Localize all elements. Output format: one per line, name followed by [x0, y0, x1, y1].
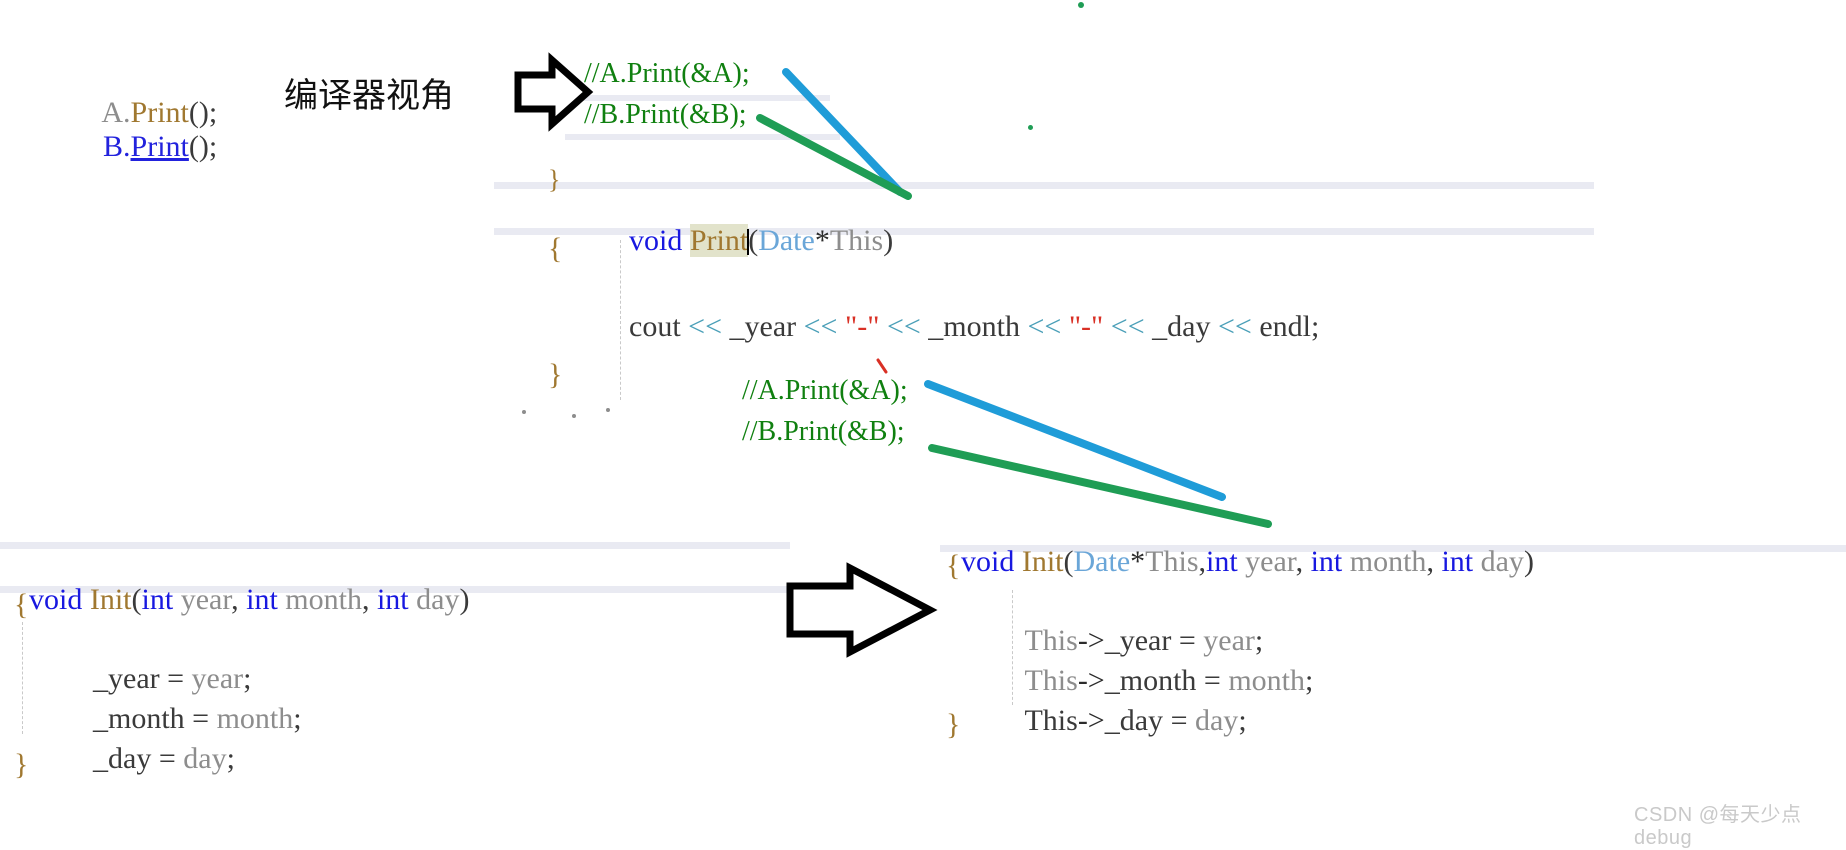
call-site-b-suffix: (); [188, 130, 218, 163]
print-signature: void Print(Date*This) [614, 190, 893, 258]
init-transformed-close-brace: } [946, 708, 961, 741]
orig-stmt-2-eq: = [158, 742, 176, 775]
print-signature-open-paren: ( [748, 224, 759, 257]
top-comment-band-2 [565, 134, 840, 140]
stray-dot-5 [606, 408, 610, 412]
print-signature-name: Print [689, 224, 749, 257]
shift-op-5: << [1110, 310, 1145, 343]
init-transformed-comma-0: , [1198, 545, 1207, 578]
stray-dot-2 [1028, 125, 1033, 130]
init-original-p2-type: int [376, 583, 409, 616]
stray-dot-4 [572, 414, 576, 418]
init-transformed-open-paren: ( [1063, 545, 1074, 578]
compiler-view-top-line-1: //A.Print(&A); [584, 58, 750, 89]
init-transformed-close-paren: ) [1523, 545, 1534, 578]
cout-month: _month [928, 310, 1020, 343]
indent-guide-init-left [22, 622, 23, 734]
init-left-band-top [0, 542, 790, 549]
init-transformed-this-name: This [1145, 545, 1199, 578]
print-signature-param-name: This [829, 224, 884, 257]
compiler-view-bottom-line-2: //B.Print(&B); [742, 416, 905, 447]
compiler-view-label: 编译器视角 [284, 76, 454, 116]
shift-op-2: << [803, 310, 838, 343]
compiler-view-top-line-2: //B.Print(&B); [584, 99, 747, 130]
print-signature-close-paren: ) [883, 224, 894, 257]
call-site-line-b: B.Print(); [88, 96, 217, 164]
print-open-brace: { [548, 232, 563, 265]
orig-stmt-2-rhs: day [183, 742, 227, 775]
init-transformed-signature: void Init(Date*This,int year, int month,… [946, 511, 1534, 579]
init-transformed-p0-type: int [1206, 545, 1238, 578]
print-signature-star: * [814, 224, 830, 257]
stmt-2-rhs: day [1194, 704, 1239, 737]
init-original-p1-name: month [285, 583, 362, 616]
cout-day: _day [1152, 310, 1211, 343]
init-transformed-keyword: void [961, 545, 1015, 578]
shift-op-4: << [1027, 310, 1062, 343]
init-transformed-p1-name: month [1349, 545, 1427, 578]
cout-dash-1: "-" [844, 310, 880, 343]
shift-op-3: << [886, 310, 921, 343]
init-transformed-open-brace: { [946, 549, 961, 582]
cout-semicolon: ; [1310, 310, 1320, 343]
cout-dash-2: "-" [1068, 310, 1104, 343]
stmt-2-arrow: -> [1077, 704, 1105, 737]
init-transformed-stmt-2: This->_day = day; [1010, 670, 1247, 738]
init-original-p2-name: day [416, 583, 460, 616]
stmt-2-semi: ; [1238, 704, 1247, 737]
init-original-close-paren: ) [459, 583, 470, 616]
init-transformed-p2-name: day [1480, 545, 1524, 578]
init-original-p1-type: int [246, 583, 278, 616]
init-transformed-p2-type: int [1441, 545, 1474, 578]
init-original-p0-type: int [141, 583, 174, 616]
stmt-2-lhs: _day [1104, 704, 1164, 737]
stmt-2-eq: = [1170, 704, 1188, 737]
print-line-band-top [494, 182, 1594, 189]
stmt-1-semi: ; [1305, 664, 1314, 697]
compiler-view-bottom-line-1: //A.Print(&A); [742, 375, 908, 406]
init-original-open-paren: ( [131, 583, 142, 616]
init-transformed-comma-1: , [1295, 545, 1304, 578]
cout-endl: endl [1259, 310, 1311, 343]
orig-stmt-2-semi: ; [226, 742, 235, 775]
print-signature-param-type: Date [758, 224, 815, 257]
print-body-cout: cout << _year << "-" << _month << "-" <<… [614, 276, 1319, 344]
cout-year: _year [729, 310, 797, 343]
init-original-stmt-2: _day = day; [78, 708, 235, 776]
print-signature-keyword: void [629, 224, 683, 257]
stmt-2-this: This [1024, 704, 1078, 737]
shift-op-1: << [688, 310, 722, 343]
init-transformed-p0-name: year [1245, 545, 1296, 578]
init-transformed-star: * [1130, 545, 1146, 578]
init-original-signature: void Init(int year, int month, int day) [29, 583, 470, 616]
shift-op-6: << [1217, 310, 1252, 343]
stray-closing-brace: } [548, 165, 561, 194]
init-original-close-brace: } [14, 748, 29, 781]
init-transformed-p1-type: int [1310, 545, 1343, 578]
init-original-keyword: void [29, 583, 83, 616]
init-transformed-comma-2: , [1426, 545, 1434, 578]
print-close-brace: } [548, 358, 563, 391]
stray-dot-3 [522, 410, 526, 414]
orig-stmt-1-semi: ; [293, 702, 302, 735]
init-transformed-this-type: Date [1073, 545, 1131, 578]
call-site-b-prefix: B. [103, 130, 131, 163]
init-original-p0-name: year [180, 583, 232, 616]
stray-dot-1 [1078, 2, 1084, 8]
cout-keyword: cout [629, 310, 681, 343]
call-site-b-name: Print [130, 130, 189, 163]
csdn-watermark: CSDN @每天少点debug [1634, 804, 1802, 849]
init-original-open-brace: { [14, 588, 29, 621]
init-original-name: Init [89, 583, 132, 616]
init-transformed-name: Init [1021, 545, 1064, 578]
orig-stmt-2-lhs: _day [93, 742, 152, 775]
